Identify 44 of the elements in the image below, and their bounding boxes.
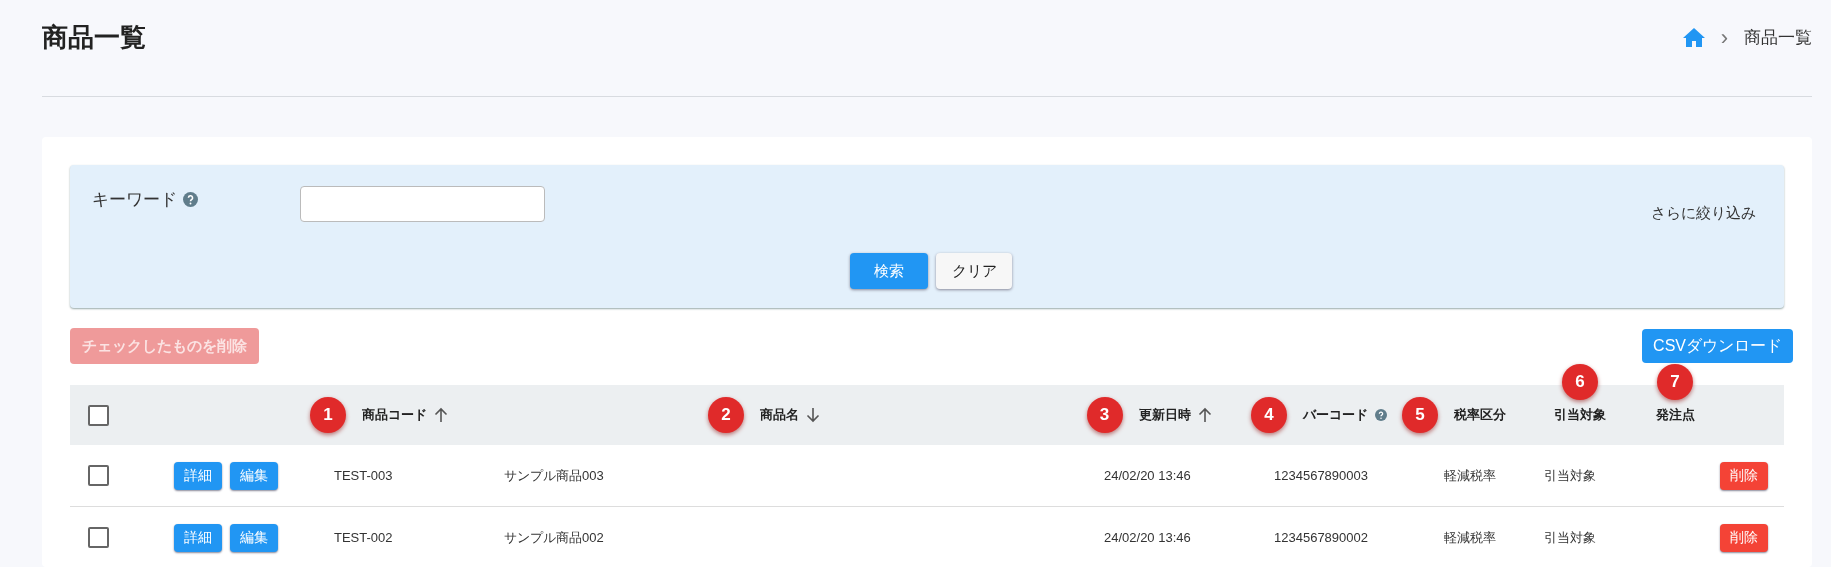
table-cell: 1234567890002 [1274, 530, 1368, 545]
table-cell: サンプル商品002 [504, 529, 604, 545]
table-cell: 1234567890003 [1274, 468, 1368, 483]
select-all-checkbox[interactable] [88, 404, 109, 426]
breadcrumb-current: 商品一覧 [1744, 27, 1812, 49]
delete-button[interactable]: 削除 [1720, 523, 1768, 552]
column-header[interactable]: 発注点 [1655, 406, 1695, 424]
table-cell: 24/02/20 13:46 [1104, 530, 1191, 545]
table-cell: 引当対象 [1544, 529, 1596, 545]
home-icon[interactable] [1682, 28, 1705, 47]
table-cell: TEST-003 [334, 468, 393, 483]
sort-ascending-icon[interactable] [1197, 407, 1212, 423]
number-marker: 5 [1402, 397, 1438, 433]
column-header[interactable]: 引当対象 [1554, 406, 1606, 424]
delete-button[interactable]: 削除 [1720, 461, 1768, 490]
number-marker: 1 [310, 397, 346, 433]
help-icon[interactable] [1375, 409, 1387, 421]
table-cell: 軽減税率 [1444, 529, 1496, 545]
table-cell: TEST-002 [334, 530, 393, 545]
breadcrumb-separator: › [1720, 24, 1728, 51]
column-header[interactable]: バーコード [1303, 406, 1368, 424]
more-filters-link[interactable]: さらに絞り込み [1651, 186, 1756, 223]
row-checkbox[interactable] [88, 465, 109, 486]
column-header[interactable]: 税率区分 [1454, 406, 1506, 424]
column-header[interactable]: 商品コード [362, 406, 427, 424]
number-marker: 6 [1562, 364, 1598, 400]
clear-button[interactable]: クリア [936, 253, 1012, 289]
table-cell: 軽減税率 [1444, 467, 1496, 483]
sort-ascending-icon[interactable] [434, 407, 448, 423]
keyword-label: キーワード [92, 189, 177, 211]
column-header[interactable]: 更新日時 [1138, 406, 1191, 424]
number-marker: 2 [708, 397, 744, 433]
page-title: 商品一覧 [42, 21, 146, 54]
help-icon[interactable] [183, 192, 198, 207]
number-marker: 4 [1251, 397, 1287, 433]
column-header[interactable]: 商品名 [760, 406, 799, 424]
table-cell: 引当対象 [1544, 467, 1596, 483]
number-marker: 7 [1657, 364, 1693, 400]
sort-descending-icon[interactable] [806, 407, 820, 423]
table-cell: サンプル商品003 [504, 467, 604, 483]
number-marker: 3 [1086, 397, 1123, 433]
table-cell: 24/02/20 13:46 [1104, 468, 1191, 483]
row-checkbox[interactable] [88, 527, 109, 548]
keyword-input-field[interactable] [300, 186, 545, 222]
